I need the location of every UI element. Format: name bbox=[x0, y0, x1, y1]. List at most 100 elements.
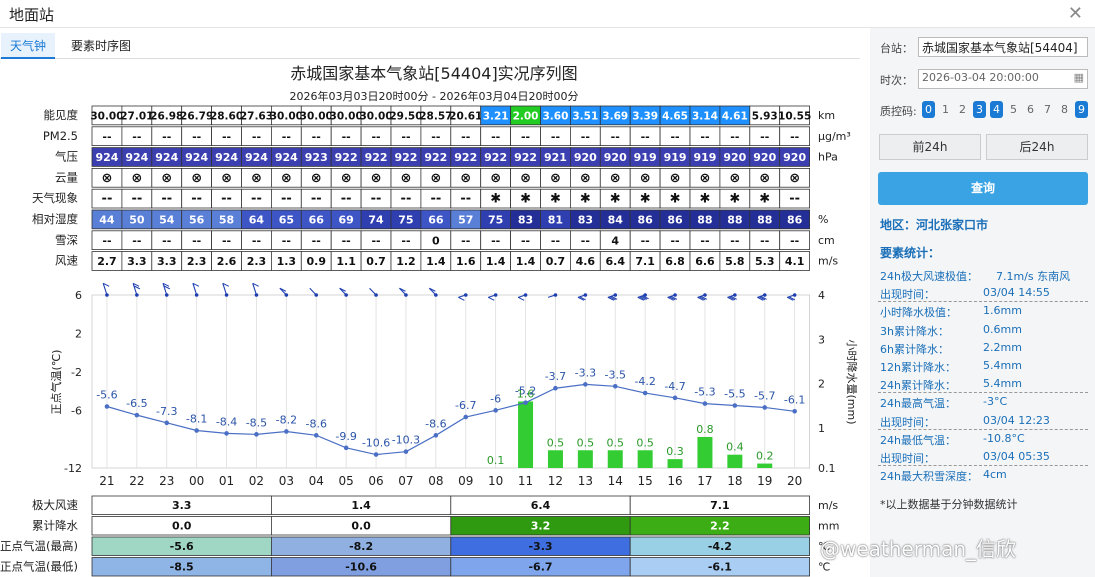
precip-bar bbox=[518, 401, 534, 468]
bottom-cell-value: 3.3 bbox=[172, 499, 192, 512]
bottom-cell-value: 3.2 bbox=[531, 520, 551, 533]
qc-code-7[interactable]: 7 bbox=[1041, 101, 1054, 118]
tab-element-timeseries[interactable]: 要素时序图 bbox=[62, 33, 140, 59]
x-axis-tick: 12 bbox=[548, 474, 563, 488]
temperature-point bbox=[612, 384, 618, 389]
table-cell-value: -- bbox=[401, 192, 412, 207]
close-icon[interactable]: ✕ bbox=[1068, 3, 1083, 24]
qc-code-8[interactable]: 8 bbox=[1058, 101, 1071, 118]
table-row-unit: % bbox=[818, 213, 828, 226]
wind-barb-dot bbox=[224, 293, 229, 297]
table-cell-value: 920 bbox=[574, 151, 597, 164]
query-button[interactable]: 查询 bbox=[878, 172, 1088, 205]
next-24h-button[interactable]: 后24h bbox=[986, 134, 1088, 160]
table-cell-value: -- bbox=[371, 234, 380, 247]
table-cell-value: -- bbox=[461, 130, 470, 143]
table-cell-value: -- bbox=[670, 234, 679, 247]
table-cell-value: ⊗ bbox=[371, 171, 382, 186]
bottom-cell-value: 0.0 bbox=[351, 520, 371, 533]
table-cell-value: 6.4 bbox=[606, 255, 626, 268]
stat-row: 出现时间： 03/04 05:35 bbox=[878, 448, 1088, 466]
tab-weather-clock[interactable]: 天气钟 bbox=[1, 33, 56, 59]
wind-barb-dot bbox=[314, 293, 319, 297]
stat-value: 7.1m/s 东南风 bbox=[996, 270, 1071, 283]
table-cell-value: 10.55 bbox=[778, 111, 811, 123]
table-cell-value: ⊗ bbox=[580, 171, 591, 186]
temperature-label: -8.4 bbox=[216, 415, 237, 428]
stat-key: 24h最高气温： bbox=[880, 397, 956, 411]
qc-code-6[interactable]: 6 bbox=[1024, 101, 1037, 118]
station-chart: 赤城国家基本气象站[54404]实况序列图 2026年03月03日20时00分 -… bbox=[0, 64, 859, 577]
table-cell-value: 27.63 bbox=[240, 111, 273, 123]
stat-key: 出现时间： bbox=[880, 288, 935, 302]
stat-row: 出现时间： 03/04 14:55 bbox=[878, 284, 1088, 303]
table-cell-value: 66 bbox=[309, 214, 325, 227]
calendar-icon[interactable]: ▦ bbox=[1074, 71, 1084, 84]
table-cell-value: 1.4 bbox=[486, 255, 506, 268]
temperature-label: -3.5 bbox=[605, 368, 626, 381]
station-label: 台站： bbox=[880, 42, 913, 55]
temperature-label: -8.6 bbox=[306, 417, 327, 430]
table-cell-value: -- bbox=[491, 130, 500, 143]
table-cell-value: 88 bbox=[697, 214, 712, 227]
table-cell-value: 4.65 bbox=[662, 111, 688, 123]
table-cell-value: 30.00 bbox=[90, 111, 123, 123]
stat-key: 出现时间： bbox=[880, 415, 935, 429]
time-input[interactable]: 2026-03-04 20:00:00 ▦ bbox=[918, 69, 1088, 89]
table-cell-value: 75 bbox=[398, 214, 413, 227]
qc-code-5[interactable]: 5 bbox=[1007, 101, 1020, 118]
precip-label: 0.1 bbox=[487, 454, 505, 467]
qc-code-1[interactable]: 1 bbox=[939, 101, 952, 118]
left-axis-label: 正点气温(℃) bbox=[49, 350, 63, 415]
table-cell-value: -- bbox=[311, 192, 322, 207]
table-cell-value: 0.7 bbox=[546, 255, 566, 268]
station-input[interactable]: 赤城国家基本气象站[54404] bbox=[918, 37, 1088, 57]
wind-barb-dot bbox=[254, 293, 259, 297]
bottom-row-label: 极大风速 bbox=[32, 498, 78, 512]
stat-row: 24h累计降水： 5.4mm bbox=[878, 375, 1088, 394]
x-axis-tick: 22 bbox=[129, 474, 144, 488]
table-cell-value: 921 bbox=[544, 151, 567, 164]
table-cell-value: 28.60 bbox=[210, 111, 243, 123]
stat-key: 24h最大积雪深度： bbox=[880, 470, 978, 484]
table-cell-value: 920 bbox=[723, 151, 746, 164]
table-cell-value: 29.50 bbox=[389, 111, 422, 123]
table-cell-value: ✱ bbox=[490, 192, 501, 207]
table-cell-value: 4.1 bbox=[785, 255, 805, 268]
qc-code-2[interactable]: 2 bbox=[956, 101, 969, 118]
table-cell-value: 924 bbox=[215, 151, 238, 164]
table-cell-value: -- bbox=[461, 234, 470, 247]
table-cell-value: ⊗ bbox=[490, 171, 501, 186]
table-cell-value: 57 bbox=[458, 214, 473, 227]
wind-barb-feather bbox=[488, 296, 495, 301]
stat-row: 出现时间： 03/04 12:23 bbox=[878, 412, 1088, 430]
qc-code-3[interactable]: 3 bbox=[973, 101, 986, 118]
temperature-line bbox=[106, 383, 795, 456]
table-cell-value: -- bbox=[760, 234, 769, 247]
table-cell-value: -- bbox=[342, 234, 351, 247]
table-row-unit: km bbox=[818, 109, 835, 122]
table-cell-value: 2.3 bbox=[187, 255, 207, 268]
temperature-label: -6 bbox=[490, 392, 501, 405]
wind-barb-dot bbox=[344, 293, 348, 297]
table-cell-value: -- bbox=[192, 130, 201, 143]
left-axis-tick: 6 bbox=[75, 289, 82, 302]
bottom-row-unit: m/s bbox=[818, 499, 838, 512]
table-cell-value: -- bbox=[341, 192, 352, 207]
bottom-cell-value: -6.1 bbox=[708, 561, 732, 574]
x-axis-tick: 14 bbox=[608, 474, 623, 488]
stat-row: 24h最低气温： -10.8°C bbox=[878, 430, 1088, 448]
precip-label: 0.5 bbox=[547, 436, 565, 449]
x-axis-tick: 20 bbox=[787, 474, 802, 488]
temperature-point bbox=[642, 390, 648, 396]
table-cell-value: 3.39 bbox=[632, 111, 658, 123]
temperature-label: -5.6 bbox=[96, 388, 117, 401]
qc-code-0[interactable]: 0 bbox=[922, 101, 935, 118]
chart-title: 赤城国家基本气象站[54404]实况序列图 bbox=[290, 64, 577, 83]
prev-24h-button[interactable]: 前24h bbox=[879, 134, 981, 160]
qc-code-4[interactable]: 4 bbox=[990, 101, 1003, 118]
table-cell-value: -- bbox=[641, 130, 650, 143]
x-axis-tick: 16 bbox=[667, 474, 682, 488]
x-axis-tick: 03 bbox=[279, 474, 294, 488]
qc-code-9[interactable]: 9 bbox=[1075, 101, 1088, 118]
